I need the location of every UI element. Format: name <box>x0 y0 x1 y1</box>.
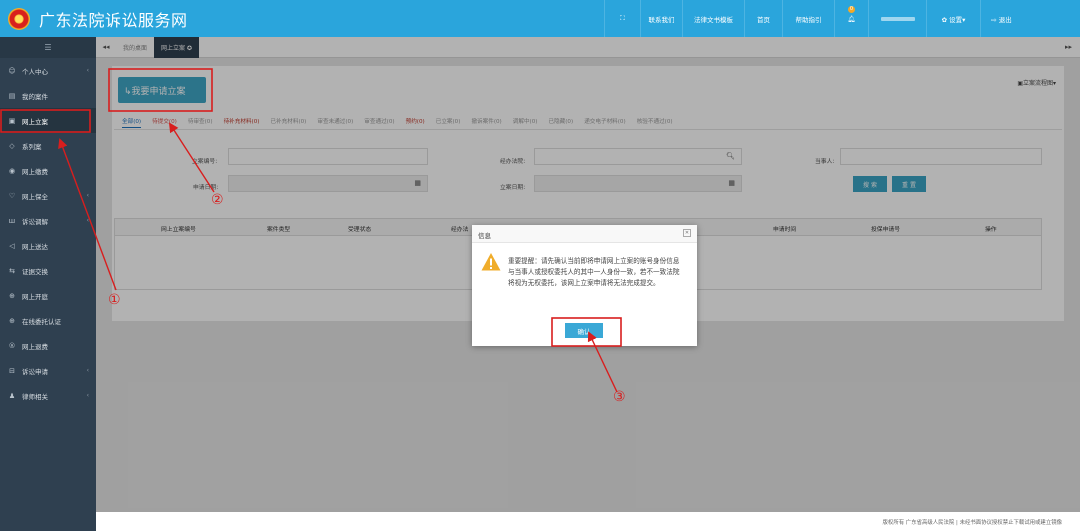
sidebar-item-label: 网上退费 <box>22 342 48 351</box>
chevron-left-icon: ‹ <box>86 192 89 199</box>
sidebar-item-online-filing[interactable]: ▣ 网上立案 <box>0 108 96 133</box>
sidebar-item-label: 系列案 <box>22 142 42 151</box>
confirm-button[interactable]: 确认 <box>565 323 603 338</box>
user-name-redacted <box>880 16 915 21</box>
sidebar-item-personal-center[interactable]: ☺ 个人中心 ‹ <box>0 58 96 83</box>
sidebar-item-label: 网上缴费 <box>22 167 48 176</box>
sidebar-item-label: 律师相关 <box>22 392 48 401</box>
nav-contact[interactable]: 联系我们 <box>640 0 682 37</box>
dialog-message: 重要提醒：请先确认当前即将申请网上立案的账号身份信息与当事人或授权委托人的其中一… <box>508 257 680 287</box>
logout-button[interactable]: ⇨ 退出 <box>980 0 1022 37</box>
bell-icon: 🔔︎ <box>847 14 856 23</box>
request-icon: ⊟ <box>9 366 15 375</box>
chevron-left-icon: ‹ <box>86 392 89 399</box>
site-title: 广东法院诉讼服务网 <box>39 10 188 30</box>
sidebar-item-my-cases[interactable]: ▤ 我的案件 <box>0 83 96 108</box>
footer: 版权所有 广东省高级人民法院 | 未经书面协议授权禁止下载试用或建立镜像 <box>96 512 1080 531</box>
settings-menu[interactable]: ✿ 设置▾ <box>926 0 980 37</box>
nav-home[interactable]: 首页 <box>744 0 782 37</box>
step-number-3: ③ <box>613 389 626 405</box>
refund-icon: ® <box>8 341 16 350</box>
sidebar-item-label: 网上保全 <box>22 192 48 201</box>
copyright-text: 版权所有 广东省高级人民法院 | 未经书面协议授权禁止下载试用或建立镜像 <box>882 520 1062 526</box>
nav-templates[interactable]: 法律文书模板 <box>682 0 744 37</box>
expand-icon: ⛶ <box>620 14 625 22</box>
shield-icon: ♡ <box>8 191 16 200</box>
sidebar-item-service[interactable]: ◁ 网上送达 <box>0 233 96 258</box>
sidebar-item-serial-cases[interactable]: ◇ 系列案 <box>0 133 96 158</box>
top-header: 广东法院诉讼服务网 ⛶ 联系我们 法律文书模板 首页 帮助指引 🔔︎ 0 ✿ 设… <box>0 0 1080 37</box>
sidebar: ☰ ☺ 个人中心 ‹ ▤ 我的案件 ▣ 网上立案 ◇ 系列案 ◉ 网上缴费 ♡ 网上保全 ‹ ш… <box>0 37 96 531</box>
confirm-dialog: 信息 ✕ 重要提醒：请先确认当前即将申请网上立案的账号身份信息与当事人或授权委托… <box>472 225 697 346</box>
sidebar-item-lawyer[interactable]: ♟ 律师相关 ‹ <box>0 383 96 408</box>
sidebar-item-label: 网上开庭 <box>22 292 48 301</box>
fullscreen-button[interactable]: ⛶ <box>604 0 640 37</box>
step-number-2: ② <box>211 192 224 208</box>
sidebar-item-label: 在线委托认证 <box>22 317 61 326</box>
sidebar-item-label: 网上送达 <box>22 242 48 251</box>
send-icon: ◁ <box>9 241 15 250</box>
sidebar-item-refund[interactable]: ® 网上退费 <box>0 333 96 358</box>
sidebar-item-label: 我的案件 <box>22 92 48 101</box>
notification-badge: 0 <box>848 6 855 13</box>
dialog-header: 信息 ✕ <box>472 225 697 243</box>
top-nav: ⛶ 联系我们 法律文书模板 首页 帮助指引 🔔︎ 0 ✿ 设置▾ ⇨ 退出 <box>604 0 1022 37</box>
sidebar-item-label: 诉讼调解 <box>22 217 48 226</box>
sidebar-item-litigation-request[interactable]: ⊟ 诉讼申请 ‹ <box>0 358 96 383</box>
document-icon: ▤ <box>8 91 16 100</box>
sidebar-item-evidence-exchange[interactable]: ⇆ 证据交换 <box>0 258 96 283</box>
dialog-title: 信息 <box>478 232 491 240</box>
exchange-icon: ⇆ <box>9 266 15 275</box>
layers-icon: ◇ <box>9 141 15 150</box>
sidebar-item-label: 个人中心 <box>22 67 48 76</box>
notifications-button[interactable]: 🔔︎ 0 <box>834 0 868 37</box>
lawyer-icon: ♟ <box>8 391 16 400</box>
sidebar-item-proxy-auth[interactable]: ⊕ 在线委托认证 <box>0 308 96 333</box>
sidebar-item-online-hearing[interactable]: ⊕ 网上开庭 <box>0 283 96 308</box>
edit-box-icon: ▣ <box>8 116 16 125</box>
court-emblem-icon <box>8 7 30 30</box>
person-icon: ☺ <box>8 66 16 75</box>
sidebar-item-mediation[interactable]: ш 诉讼调解 ‹ <box>0 208 96 233</box>
sidebar-item-label: 网上立案 <box>22 117 48 126</box>
chevron-left-icon: ‹ <box>86 367 89 374</box>
sidebar-item-label: 证据交换 <box>22 267 48 276</box>
warning-icon <box>481 253 501 271</box>
chevron-left-icon: ‹ <box>86 217 89 224</box>
sidebar-item-preservation[interactable]: ♡ 网上保全 ‹ <box>0 183 96 208</box>
chevron-left-icon: ‹ <box>86 67 89 74</box>
sidebar-item-online-payment[interactable]: ◉ 网上缴费 <box>0 158 96 183</box>
sidebar-item-label: 诉讼申请 <box>22 367 48 376</box>
close-icon[interactable]: ✕ <box>683 229 691 237</box>
nav-help[interactable]: 帮助指引 <box>782 0 834 37</box>
step-number-1: ① <box>108 292 121 308</box>
sidebar-toggle[interactable]: ☰ <box>0 37 96 58</box>
site-logo[interactable]: 广东法院诉讼服务网 <box>0 0 600 37</box>
globe-icon: ⊕ <box>9 316 15 325</box>
payment-icon: ◉ <box>8 166 16 175</box>
mediation-icon: ш <box>8 216 16 225</box>
user-account[interactable] <box>868 0 926 37</box>
globe-icon: ⊕ <box>9 291 15 300</box>
